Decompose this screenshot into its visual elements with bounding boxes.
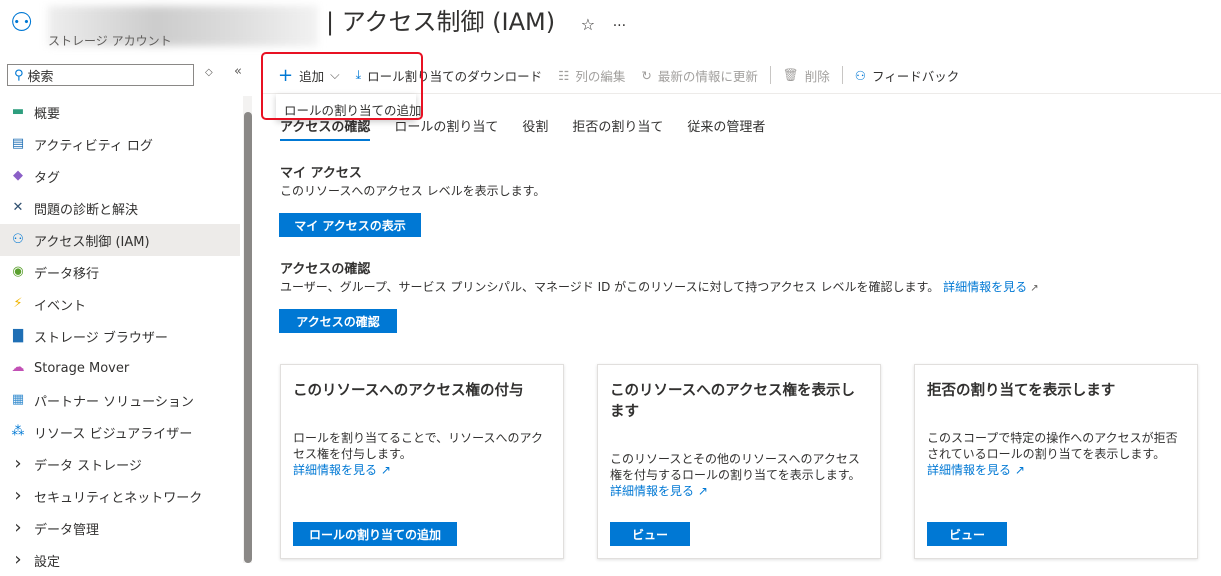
sidebar-nav: ▬ 概要 ▤ アクティビティ ログ ◆ タグ ✕ 問題の診断と解決 ⚇ アクセス制御 (IAM) ◉… (0, 96, 240, 576)
view-access-card: このリソースへのアクセス権を表示します このリソースとその他のリソースへのアクセ… (597, 364, 881, 559)
event-icon: ⚡ (13, 296, 23, 311)
more-icon[interactable]: ··· (613, 18, 626, 34)
learn-more-link[interactable]: 詳細情報を見る (610, 484, 694, 498)
sidebar-item-label: アクティビティ ログ (34, 138, 153, 154)
sidebar-item[interactable]: › データ管理 (0, 512, 240, 544)
sidebar-item[interactable]: ⁂ リソース ビジュアライザー (0, 416, 240, 448)
sidebar-item[interactable]: ◉ データ移行 (0, 256, 240, 288)
tag-icon: ◆ (13, 168, 23, 183)
card-title: このリソースへのアクセス権を表示します (610, 383, 856, 420)
sidebar-item[interactable]: › 設定 (0, 544, 240, 576)
edit-columns-button[interactable]: ☷ 列の編集 (550, 66, 633, 85)
tab-deny-assignments[interactable]: 拒否の割り当て (572, 116, 663, 141)
wrench-icon: ✕ (12, 200, 24, 215)
activity-log-icon: ▤ (11, 136, 25, 151)
sidebar-item-label: データ移行 (34, 266, 100, 282)
partner-icon: ▦ (11, 392, 25, 407)
sidebar-item[interactable]: ▬ 概要 (0, 96, 240, 128)
sidebar-item[interactable]: ▇ ストレージ ブラウザー (0, 320, 240, 352)
card-desc: このスコープで特定の操作へのアクセスが拒否されているロールの割り当てを表示します… (927, 431, 1178, 461)
learn-more-link[interactable]: 詳細情報を見る (943, 280, 1027, 294)
refresh-icon: ↻ (641, 67, 652, 83)
card-title: このリソースへのアクセス権の付与 (293, 383, 524, 399)
my-access-desc: このリソースへのアクセス レベルを表示します。 (280, 184, 546, 198)
sidebar-item-label: セキュリティとネットワーク (34, 490, 203, 506)
delete-button[interactable]: 🗑 削除 (775, 66, 838, 85)
sidebar-item[interactable]: ✕ 問題の診断と解決 (0, 192, 240, 224)
external-link-icon: ↗ (1011, 463, 1025, 477)
toolbar-divider (841, 66, 843, 84)
highlight-box (261, 52, 423, 120)
sidebar-item[interactable]: › データ ストレージ (0, 448, 240, 480)
feedback-button[interactable]: ⚇ フィードバック (847, 66, 967, 85)
my-access-heading: マイ アクセス (280, 166, 362, 181)
sidebar-item[interactable]: ◆ タグ (0, 160, 240, 192)
overview-icon: ▬ (11, 104, 25, 119)
card-desc: ロールを割り当てることで、リソースへのアクセス権を付与します。 (293, 431, 543, 461)
check-access-desc: ユーザー、グループ、サービス プリンシパル、マネージド ID がこのリソースに対… (280, 280, 940, 294)
check-access-heading: アクセスの確認 (280, 262, 371, 277)
external-link-icon: ↗ (1027, 283, 1039, 294)
sidebar-item-label: パートナー ソリューション (34, 394, 194, 410)
sidebar-item-label: ストレージ ブラウザー (34, 330, 168, 346)
sidebar-item[interactable]: › セキュリティとネットワーク (0, 480, 240, 512)
sidebar-search-input[interactable]: ⚲ 検索 (7, 64, 194, 86)
sidebar-item-label: データ ストレージ (34, 458, 142, 474)
chevron-right-icon: › (14, 517, 22, 538)
add-role-assignment-button[interactable]: ロールの割り当ての追加 (293, 522, 457, 546)
sidebar-item-label: Storage Mover (34, 360, 130, 376)
view-my-access-button[interactable]: マイ アクセスの表示 (279, 213, 421, 237)
deny-assignments-card: 拒否の割り当てを表示します このスコープで特定の操作へのアクセスが拒否されている… (914, 364, 1198, 559)
trash-icon: 🗑 (782, 67, 799, 82)
tab-roles[interactable]: 役割 (522, 116, 548, 141)
sidebar-item[interactable]: ▦ パートナー ソリューション (0, 384, 240, 416)
collapse-sidebar-icon[interactable]: « (234, 64, 242, 79)
card-title: 拒否の割り当てを表示します (927, 383, 1116, 399)
sidebar-item[interactable]: ⚇ アクセス制御 (IAM) (0, 224, 240, 256)
chevron-right-icon: › (14, 453, 22, 474)
sidebar-item[interactable]: ▤ アクティビティ ログ (0, 128, 240, 160)
favorite-star-icon[interactable]: ☆ (581, 15, 595, 34)
search-icon: ⚲ (14, 67, 24, 83)
toolbar-divider (769, 66, 771, 84)
resource-type: ストレージ アカウント (48, 34, 172, 48)
grant-access-card: このリソースへのアクセス権の付与 ロールを割り当てることで、リソースへのアクセス… (280, 364, 564, 559)
view-button[interactable]: ビュー (927, 522, 1007, 546)
tab-classic-administrators[interactable]: 従来の管理者 (687, 116, 765, 141)
sidebar-item[interactable]: ⚡ イベント (0, 288, 240, 320)
storage-mover-icon: ☁ (11, 360, 25, 375)
sidebar-item-label: 概要 (34, 106, 61, 122)
columns-icon: ☷ (558, 67, 570, 83)
sidebar-item-label: 設定 (34, 554, 61, 570)
refresh-button[interactable]: ↻ 最新の情報に更新 (633, 66, 766, 85)
check-access-button[interactable]: アクセスの確認 (279, 309, 397, 333)
data-migration-icon: ◉ (12, 264, 24, 279)
feedback-icon: ⚇ (854, 67, 866, 83)
page-title: | アクセス制御 (IAM) ☆ ··· (326, 8, 627, 36)
iam-icon: ⚇ (12, 232, 24, 247)
external-link-icon: ↗ (377, 463, 391, 477)
sort-icon[interactable]: ◇ (205, 67, 213, 78)
sidebar-scroll-thumb[interactable] (244, 112, 252, 563)
storage-browser-icon: ▇ (13, 328, 23, 343)
visualizer-icon: ⁂ (11, 424, 25, 439)
sidebar-item-label: イベント (34, 298, 87, 314)
resource-icon: ⚇ (10, 8, 34, 38)
learn-more-link[interactable]: 詳細情報を見る (927, 463, 1011, 477)
sidebar-item-label: リソース ビジュアライザー (34, 426, 193, 442)
view-button[interactable]: ビュー (610, 522, 690, 546)
card-desc: このリソースとその他のリソースへのアクセス権を付与するロールの割り当てを表示しま… (610, 452, 861, 482)
chevron-right-icon: › (14, 485, 22, 506)
sidebar-item-label: データ管理 (34, 522, 100, 538)
learn-more-link[interactable]: 詳細情報を見る (293, 463, 377, 477)
sidebar-item-label: タグ (34, 170, 61, 186)
external-link-icon: ↗ (694, 484, 708, 498)
sidebar-item-label: アクセス制御 (IAM) (34, 234, 150, 250)
sidebar-item-label: 問題の診断と解決 (34, 202, 139, 218)
chevron-right-icon: › (14, 549, 22, 570)
sidebar-item[interactable]: ☁ Storage Mover (0, 352, 240, 384)
